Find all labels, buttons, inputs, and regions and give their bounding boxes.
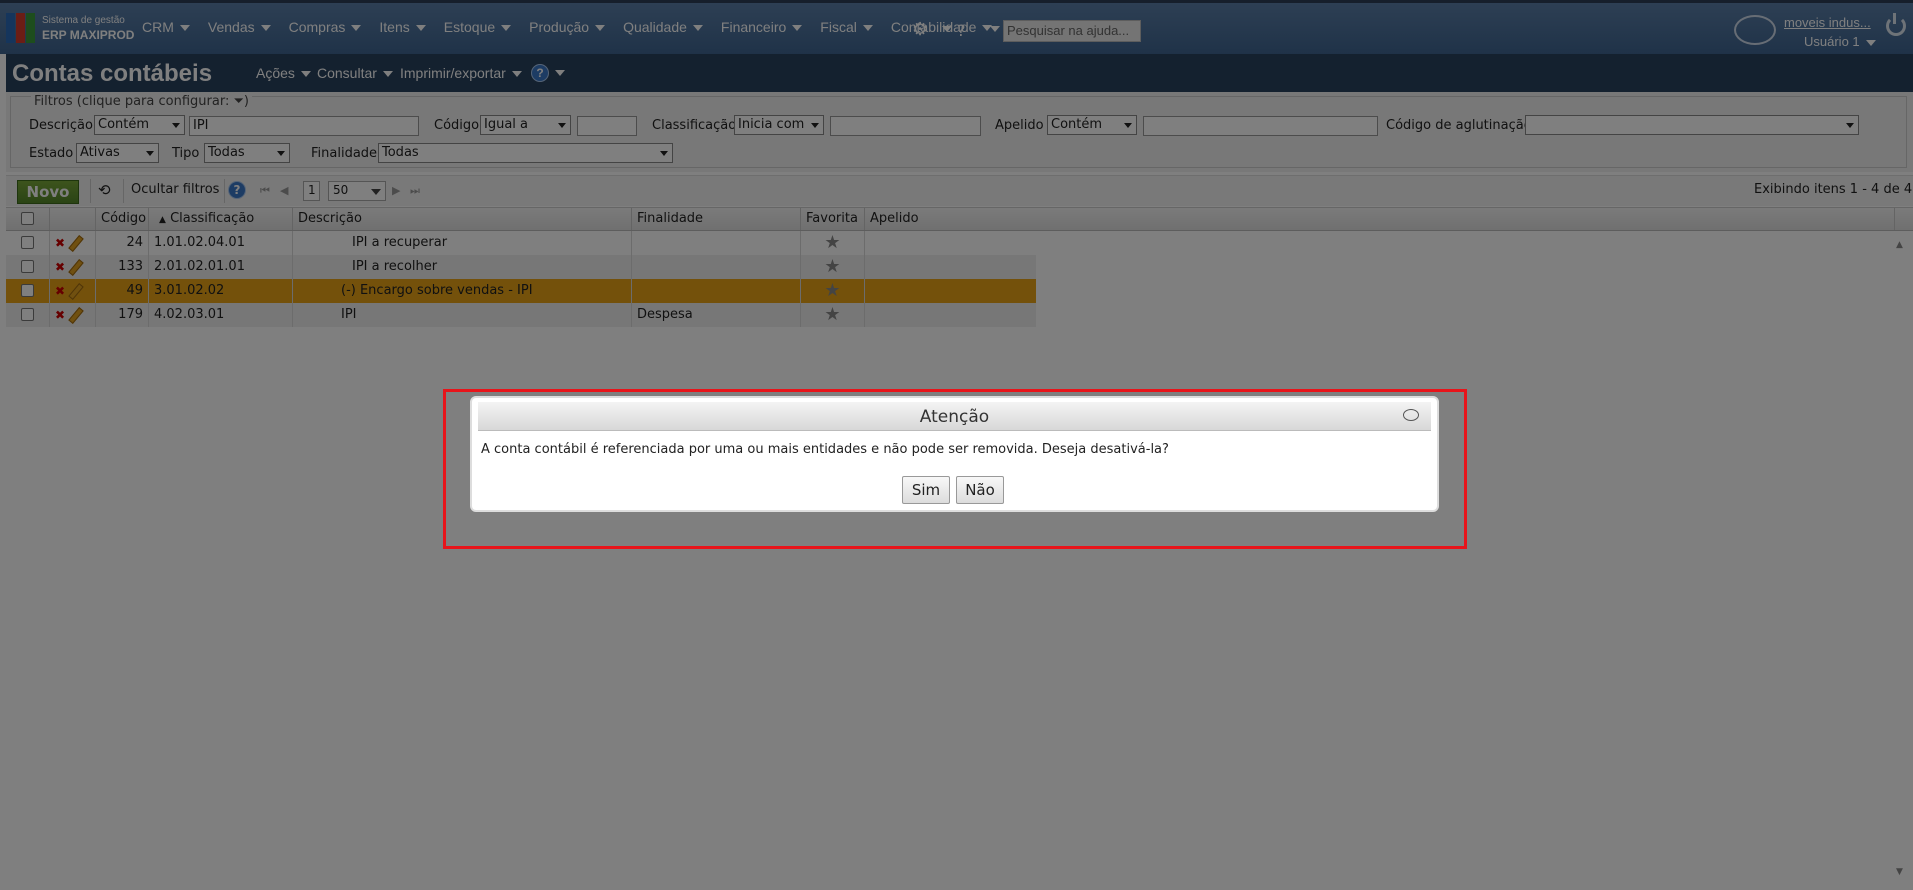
speech-bubble-icon[interactable] [1403, 409, 1419, 421]
dialog-header: Atenção [478, 402, 1431, 431]
no-button[interactable]: Não [956, 476, 1004, 504]
dialog-title: Atenção [919, 407, 990, 427]
dialog-message: A conta contábil é referenciada por uma … [481, 442, 1169, 457]
confirm-dialog: Atenção A conta contábil é referenciada … [470, 396, 1439, 512]
yes-button[interactable]: Sim [902, 476, 950, 504]
